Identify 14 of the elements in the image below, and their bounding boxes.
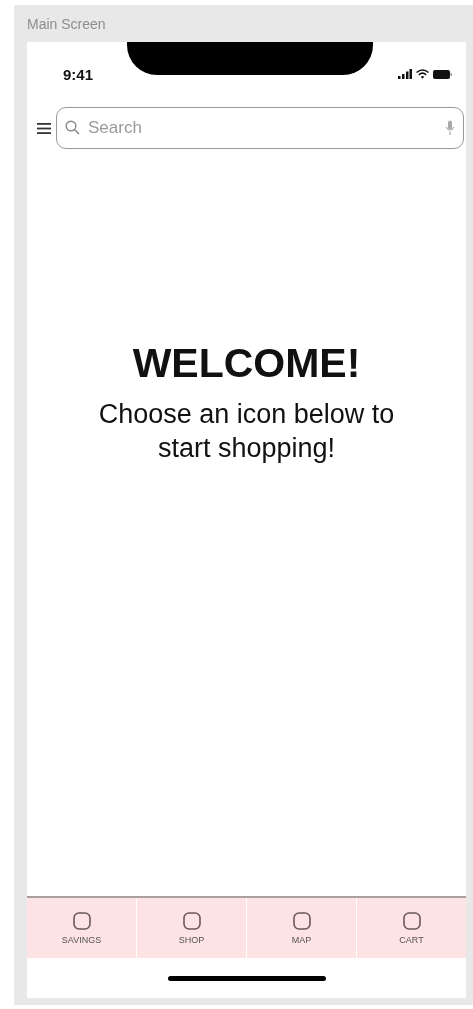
- welcome-message: Choose an icon below to start shopping!: [97, 398, 396, 465]
- wifi-icon: [416, 69, 429, 79]
- artboard-title: Main Screen: [27, 15, 106, 32]
- search-field[interactable]: Search: [56, 107, 464, 149]
- status-time: 9:41: [63, 65, 94, 83]
- square-icon: [402, 911, 421, 930]
- menu-icon[interactable]: [37, 122, 51, 134]
- battery-icon: [433, 69, 452, 79]
- square-icon: [182, 911, 201, 930]
- signal-icon: [398, 69, 412, 79]
- square-icon: [72, 911, 91, 930]
- search-icon: [65, 120, 80, 135]
- square-icon: [292, 911, 311, 930]
- welcome-heading: WELCOME!: [132, 340, 361, 387]
